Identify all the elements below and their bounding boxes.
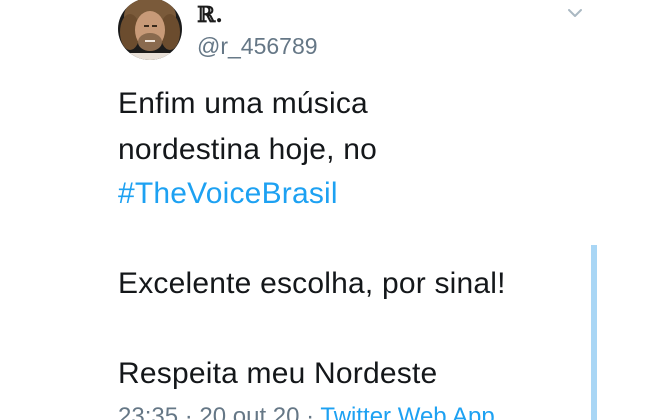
hashtag-link[interactable]: #TheVoiceBrasil — [118, 174, 338, 214]
thread-connector-line — [591, 245, 597, 420]
source-app-link[interactable]: Twitter Web App — [320, 403, 494, 420]
timestamp[interactable]: 23:35 · 20 out 20 · — [118, 403, 320, 420]
avatar[interactable] — [118, 0, 182, 60]
tweet-text-line: Respeita meu Nordeste — [118, 357, 438, 390]
tweet-text-line: Enfim uma música — [118, 87, 368, 120]
tweet-text-line: nordestina hoje, no — [118, 133, 377, 166]
username-handle[interactable]: @r_456789 — [197, 32, 318, 60]
tweet-card: ℝ. @r_456789 Enfim uma música nordestina… — [0, 0, 662, 420]
chevron-down-icon[interactable] — [566, 6, 584, 20]
tweet-text-line: Excelente escolha, por sinal! — [118, 267, 506, 300]
display-name[interactable]: ℝ. — [197, 3, 223, 27]
tweet-metadata: 23:35 · 20 out 20 · Twitter Web App — [118, 402, 495, 420]
